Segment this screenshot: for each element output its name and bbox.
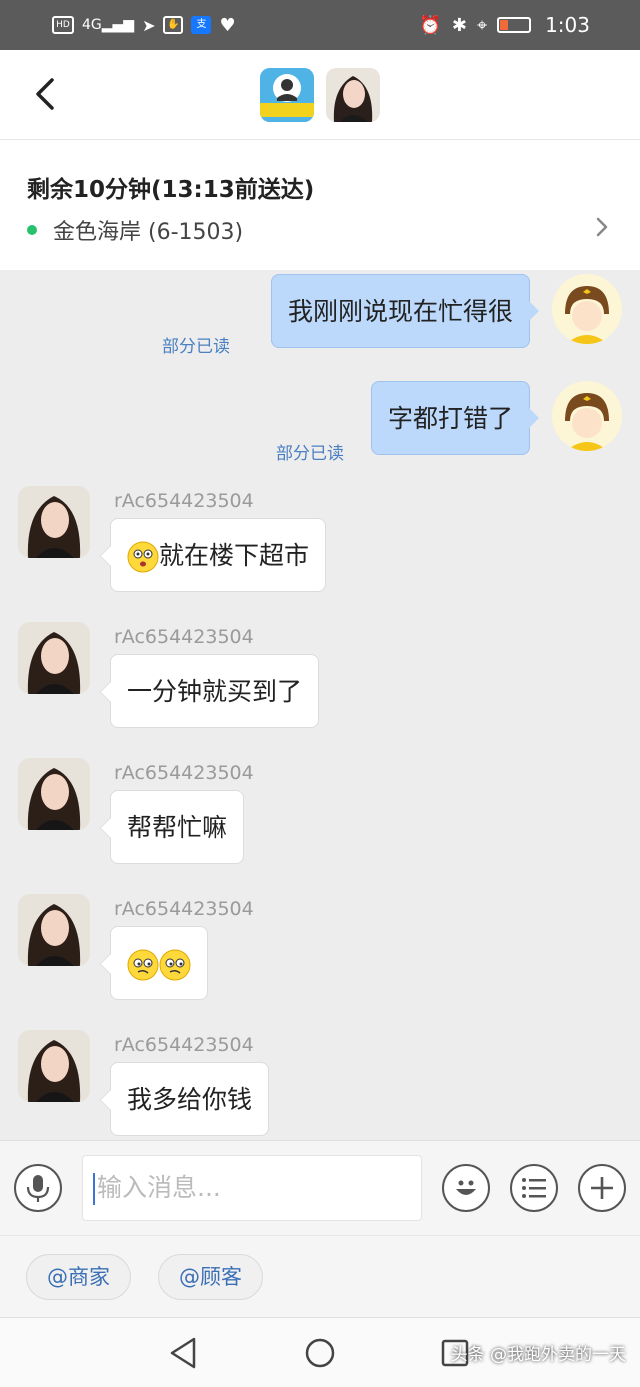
- back-button[interactable]: [26, 74, 66, 114]
- text-caret: [93, 1173, 95, 1205]
- message-input-placeholder: 输入消息...: [97, 1173, 221, 1202]
- chevron-right-icon[interactable]: [594, 216, 610, 238]
- bluetooth-icon: ✱: [451, 14, 467, 36]
- read-status: 部分已读: [162, 337, 230, 357]
- shop-avatar[interactable]: [260, 68, 314, 122]
- message-input-bar: 输入消息...: [0, 1140, 640, 1235]
- message-bubble[interactable]: 帮帮忙嘛: [99, 790, 245, 864]
- rider-avatar[interactable]: [552, 381, 622, 451]
- nav-back-triangle-icon[interactable]: [168, 1336, 198, 1370]
- address-dot-icon: [27, 225, 37, 235]
- system-navigation-bar: 头条 @我跑外卖的一天: [0, 1317, 640, 1387]
- smiley-face-icon: [456, 1180, 476, 1195]
- message-bubble[interactable]: [100, 926, 208, 1000]
- back-arrow-icon: [36, 78, 54, 110]
- customer-avatar[interactable]: [18, 758, 90, 830]
- confused-face-emoji-icon: [159, 949, 191, 981]
- mention-customer-chip[interactable]: @顾客: [158, 1254, 263, 1300]
- customer-avatar-image: [18, 758, 90, 830]
- message-bubble[interactable]: 一分钟就买到了: [99, 654, 320, 728]
- sender-name: rAc654423504: [114, 1034, 254, 1056]
- customer-avatar[interactable]: [18, 894, 90, 966]
- customer-avatar-image: [18, 486, 90, 558]
- voice-button[interactable]: [14, 1164, 62, 1212]
- alarm-icon: ⏰: [419, 14, 442, 36]
- alipay-icon: 支: [191, 16, 212, 34]
- hd-icon: HD: [52, 16, 74, 34]
- status-left-icons: HD 4G▂▄▆ ➤ ✋ 支 ♥: [52, 15, 236, 36]
- mention-merchant-chip[interactable]: @商家: [26, 1254, 131, 1300]
- order-info-card[interactable]: 剩余10分钟(13:13前送达) 金色海岸 (6-1503): [0, 140, 640, 270]
- customer-avatar-image: [326, 68, 380, 122]
- customer-avatar[interactable]: [326, 68, 380, 122]
- confused-face-emoji-icon: [127, 949, 159, 981]
- status-right-icons: ⏰ ✱ ⌖ 1:03: [419, 13, 590, 37]
- rider-avatar[interactable]: [552, 274, 622, 344]
- message-list[interactable]: 我刚刚说现在忙得很 部分已读 字都打错了 部分已读 rAc654423504 就…: [0, 270, 640, 1140]
- read-status: 部分已读: [276, 444, 344, 464]
- emoji-button[interactable]: [442, 1164, 490, 1212]
- order-address: 金色海岸 (6-1503): [27, 214, 243, 246]
- sender-name: rAc654423504: [114, 898, 254, 920]
- rider-avatar-image: [552, 274, 622, 344]
- customer-avatar[interactable]: [18, 1030, 90, 1102]
- message-bubble[interactable]: 我刚刚说现在忙得很: [270, 274, 540, 348]
- quick-mention-bar: @商家 @顾客: [0, 1235, 640, 1317]
- customer-avatar-image: [18, 622, 90, 694]
- order-deadline-title: 剩余10分钟(13:13前送达): [27, 177, 315, 203]
- list-icon: [522, 1178, 546, 1198]
- hand-app-icon: ✋: [163, 16, 184, 34]
- order-address-text: 金色海岸 (6-1503): [53, 220, 244, 245]
- battery-icon: [497, 17, 532, 33]
- customer-avatar[interactable]: [18, 622, 90, 694]
- customer-avatar-image: [18, 1030, 90, 1102]
- signal-icon: 4G▂▄▆: [82, 17, 135, 33]
- customer-avatar[interactable]: [18, 486, 90, 558]
- sender-name: rAc654423504: [114, 490, 254, 512]
- status-bar: HD 4G▂▄▆ ➤ ✋ 支 ♥ ⏰ ✱ ⌖ 1:03: [0, 0, 640, 50]
- message-input[interactable]: 输入消息...: [82, 1155, 422, 1221]
- chat-header: [0, 50, 640, 140]
- message-bubble[interactable]: 我多给你钱: [99, 1062, 270, 1136]
- rider-avatar-image: [552, 381, 622, 451]
- health-icon: ♥: [219, 14, 236, 36]
- watermark-text: 头条 @我跑外卖的一天: [450, 1345, 626, 1365]
- plus-icon: [591, 1177, 613, 1199]
- shop-avatar-image: [260, 68, 314, 122]
- message-bubble[interactable]: 就在楼下超市: [99, 518, 327, 592]
- dizzy-face-emoji-icon: [127, 541, 159, 573]
- message-text: 就在楼下超市: [159, 541, 310, 570]
- sender-name: rAc654423504: [114, 626, 254, 648]
- quick-reply-button[interactable]: [510, 1164, 558, 1212]
- sender-name: rAc654423504: [114, 762, 254, 784]
- status-time: 1:03: [545, 13, 590, 37]
- pay-app-icon: ➤: [142, 15, 156, 35]
- customer-avatar-image: [18, 894, 90, 966]
- message-bubble[interactable]: 字都打错了: [370, 381, 540, 455]
- nav-home-circle-icon[interactable]: [304, 1337, 336, 1369]
- microphone-icon: [26, 1175, 50, 1202]
- location-icon: ⌖: [476, 14, 488, 36]
- more-options-button[interactable]: [578, 1164, 626, 1212]
